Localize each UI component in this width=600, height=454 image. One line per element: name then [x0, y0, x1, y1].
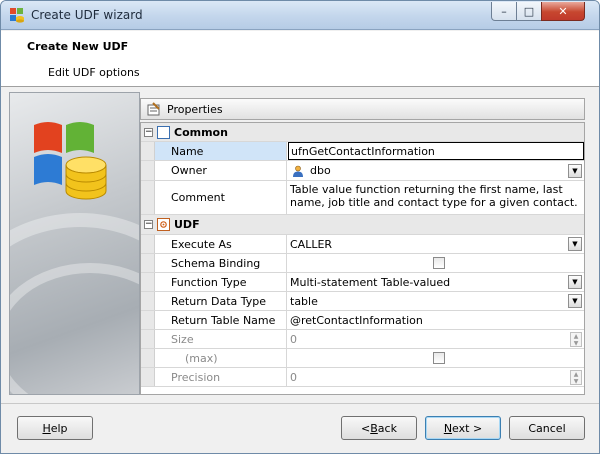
execute-as-value: CALLER: [290, 237, 333, 251]
window-title: Create UDF wizard: [31, 8, 143, 22]
size-stepper[interactable]: 0 ▲ ▼: [288, 330, 584, 348]
return-data-type-value: table: [290, 294, 318, 308]
minimize-button[interactable]: –: [491, 2, 517, 21]
category-row-common[interactable]: − Common: [141, 123, 584, 142]
app-logo-icon: [10, 8, 24, 23]
property-label: Comment: [155, 181, 287, 214]
page-title: Create New UDF: [27, 40, 129, 53]
wizard-window: Create UDF wizard – □ ✕ Create New UDF E…: [0, 0, 600, 454]
property-label: Return Data Type: [155, 292, 287, 310]
chevron-down-icon[interactable]: ▼: [568, 237, 582, 251]
max-cell: [288, 349, 584, 367]
row-gutter: [141, 273, 155, 291]
property-label: Precision: [155, 368, 287, 386]
property-row-schema-binding[interactable]: Schema Binding: [141, 254, 584, 273]
row-gutter: [141, 349, 155, 367]
function-type-value: Multi-statement Table-valued: [290, 275, 451, 289]
property-row-precision[interactable]: Precision 0 ▲ ▼: [141, 368, 584, 387]
decorative-swirl: [10, 263, 139, 394]
chevron-down-icon[interactable]: ▼: [568, 275, 582, 289]
row-gutter: [141, 368, 155, 386]
function-type-select[interactable]: Multi-statement Table-valued ▼: [288, 273, 584, 291]
return-data-type-select[interactable]: table ▼: [288, 292, 584, 310]
owner-value: dbo: [310, 164, 331, 177]
row-gutter: [141, 142, 155, 160]
category-label: Common: [174, 126, 228, 139]
minimize-icon: –: [501, 4, 507, 18]
property-label: Size: [155, 330, 287, 348]
maximize-button[interactable]: □: [516, 2, 542, 21]
properties-title: Properties: [167, 102, 223, 116]
property-row-name[interactable]: Name ufnGetContactInformation: [141, 142, 584, 161]
schema-binding-checkbox[interactable]: [433, 257, 445, 269]
property-row-owner[interactable]: Owner dbo ▼: [141, 161, 584, 181]
schema-binding-cell: [288, 254, 584, 272]
footer-divider: [1, 403, 599, 404]
property-row-function-type[interactable]: Function Type Multi-statement Table-valu…: [141, 273, 584, 292]
collapse-icon[interactable]: −: [144, 128, 153, 137]
property-row-size[interactable]: Size 0 ▲ ▼: [141, 330, 584, 349]
close-button[interactable]: ✕: [541, 2, 585, 21]
row-gutter: [141, 292, 155, 310]
user-icon: [293, 165, 303, 177]
property-label: Schema Binding: [155, 254, 287, 272]
wizard-side-image: [9, 92, 140, 395]
function-icon: [157, 218, 170, 231]
name-input[interactable]: ufnGetContactInformation: [288, 142, 584, 160]
property-row-return-data-type[interactable]: Return Data Type table ▼: [141, 292, 584, 311]
max-checkbox[interactable]: [433, 352, 445, 364]
wizard-header: Create New UDF Edit UDF options: [1, 31, 599, 87]
category-row-udf[interactable]: − UDF: [141, 215, 584, 235]
row-gutter: [141, 235, 155, 253]
spin-arrows-icon[interactable]: ▲ ▼: [570, 332, 582, 347]
return-table-name-input[interactable]: @retContactInformation: [288, 311, 584, 329]
size-value: 0: [290, 332, 297, 346]
property-label: Return Table Name: [155, 311, 287, 329]
precision-stepper[interactable]: 0 ▲ ▼: [288, 368, 584, 386]
properties-icon: [147, 102, 160, 116]
row-gutter: [141, 254, 155, 272]
row-gutter: [141, 311, 155, 329]
property-row-comment[interactable]: Comment Table value function returning t…: [141, 181, 584, 215]
category-label: UDF: [174, 218, 200, 231]
property-row-max[interactable]: (max): [141, 349, 584, 368]
property-row-execute-as[interactable]: Execute As CALLER ▼: [141, 235, 584, 254]
property-row-return-table-name[interactable]: Return Table Name @retContactInformation: [141, 311, 584, 330]
comment-field[interactable]: Table value function returning the first…: [288, 181, 584, 214]
back-button[interactable]: < Back: [341, 416, 417, 440]
property-label: Owner: [155, 161, 287, 180]
next-button[interactable]: Next >: [425, 416, 501, 440]
title-bar[interactable]: Create UDF wizard – □ ✕: [1, 1, 599, 30]
row-gutter: [141, 181, 155, 214]
spin-arrows-icon[interactable]: ▲ ▼: [570, 370, 582, 385]
chevron-down-icon[interactable]: ▼: [568, 294, 582, 308]
collapse-icon[interactable]: −: [144, 220, 153, 229]
property-label: Name: [155, 142, 287, 160]
cancel-button[interactable]: Cancel: [509, 416, 585, 440]
row-gutter: [141, 330, 155, 348]
precision-value: 0: [290, 370, 297, 384]
row-gutter: [141, 161, 155, 180]
close-icon: ✕: [558, 4, 568, 18]
owner-select[interactable]: dbo ▼: [288, 161, 584, 180]
help-button[interactable]: Help: [17, 416, 93, 440]
chevron-down-icon[interactable]: ▼: [568, 164, 582, 178]
database-logo-icon: [34, 122, 107, 200]
property-grid[interactable]: − Common Name ufnGetContactInformation O…: [140, 122, 585, 395]
property-label: Execute As: [155, 235, 287, 253]
properties-header: Properties: [140, 98, 585, 120]
category-common-icon: [157, 126, 170, 139]
property-label: Function Type: [155, 273, 287, 291]
page-subtitle: Edit UDF options: [48, 66, 140, 79]
property-label: (max): [155, 349, 287, 367]
execute-as-select[interactable]: CALLER ▼: [288, 235, 584, 253]
maximize-icon: □: [523, 4, 535, 18]
